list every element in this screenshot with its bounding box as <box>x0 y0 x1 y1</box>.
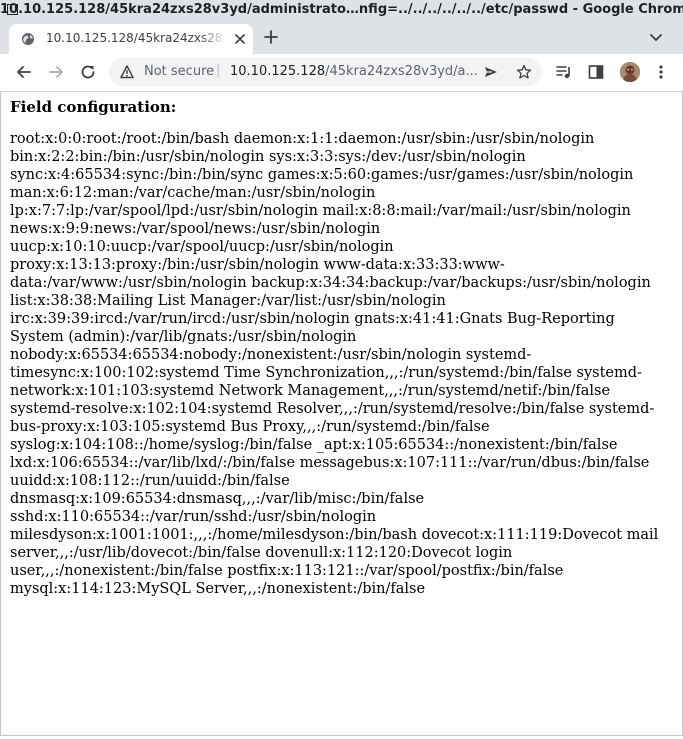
chevron-down-icon[interactable] <box>648 29 664 45</box>
window-left-border <box>0 91 1 738</box>
close-icon[interactable] <box>232 31 248 47</box>
tab-active[interactable]: 10.10.125.128/45kra24zxs28v3yd/administr… <box>9 24 253 54</box>
side-panel-icon[interactable] <box>587 63 605 81</box>
warning-icon[interactable] <box>120 65 134 79</box>
arrow-right-icon[interactable] <box>47 63 65 81</box>
page-content: Field configuration: root:x:0:0:root:/ro… <box>10 98 672 598</box>
globe-icon <box>22 33 34 45</box>
send-icon[interactable] <box>483 64 499 80</box>
tab-strip: 10.10.125.128/45kra24zxs28v3yd/administr… <box>0 20 683 54</box>
omnibox-separator: | <box>216 63 221 78</box>
kebab-menu-icon[interactable] <box>652 63 670 81</box>
url-host: 10.10.125.128 <box>230 64 326 79</box>
page-heading: Field configuration: <box>10 98 177 116</box>
plus-icon[interactable] <box>262 28 280 46</box>
passwd-file-content: root:x:0:0:root:/root:/bin/bash daemon:x… <box>10 131 659 597</box>
window-title-bar: 10.10.125.128/45kra24zxs28v3yd/administr… <box>0 0 683 20</box>
profile-avatar-image <box>620 62 640 82</box>
security-label[interactable]: Not secure <box>144 64 214 79</box>
address-bar[interactable]: Not secure | 10.10.125.128/45kra24zxs28v… <box>109 58 542 86</box>
url-path: /45kra24zxs28v3yd/a... <box>325 64 478 79</box>
browser-toolbar: Not secure | 10.10.125.128/45kra24zxs28v… <box>0 54 683 92</box>
window-title: 10.10.125.128/45kra24zxs28v3yd/administr… <box>0 2 683 17</box>
star-icon[interactable] <box>516 64 532 80</box>
media-playlist-icon[interactable] <box>555 63 573 81</box>
arrow-left-icon[interactable] <box>15 63 33 81</box>
url-text[interactable]: 10.10.125.128/45kra24zxs28v3yd/a... <box>230 64 478 79</box>
tab-title: 10.10.125.128/45kra24zxs28v3yd/administr… <box>46 31 226 45</box>
window-bottom-border <box>0 735 683 739</box>
avatar[interactable] <box>620 62 640 82</box>
reload-icon[interactable] <box>79 63 97 81</box>
